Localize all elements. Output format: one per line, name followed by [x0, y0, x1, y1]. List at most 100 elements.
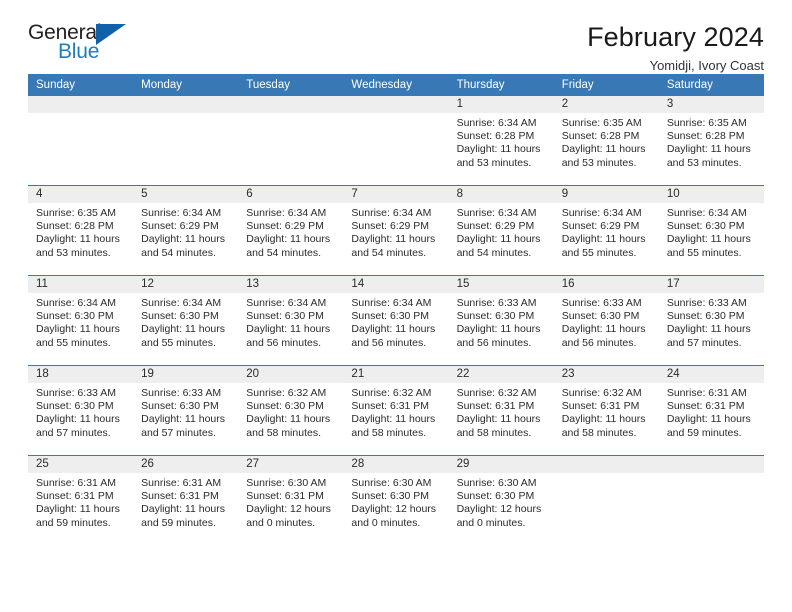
- calendar-day-cell[interactable]: 21 Sunrise: 6:32 AM Sunset: 6:31 PM Dayligh…: [343, 365, 449, 456]
- sunrise-text: Sunrise: 6:32 AM: [246, 387, 327, 399]
- calendar-day-cell[interactable]: 17 Sunrise: 6:33 AM Sunset: 6:30 PM Dayligh…: [658, 275, 764, 366]
- daylight-text-line2: and 58 minutes.: [246, 426, 321, 439]
- calendar-day-cell[interactable]: [133, 96, 239, 186]
- weekday-header-sunday: Sunday: [28, 74, 134, 96]
- calendar-day-cell[interactable]: 25 Sunrise: 6:31 AM Sunset: 6:31 PM Dayligh…: [28, 455, 134, 545]
- sunset-text: Sunset: 6:31 PM: [246, 490, 324, 503]
- calendar-day-cell[interactable]: 28 Sunrise: 6:30 AM Sunset: 6:30 PM Dayligh…: [343, 455, 449, 545]
- daylight-text-line1: Daylight: 11 hours: [36, 503, 120, 516]
- day-details: Sunrise: 6:32 AM Sunset: 6:31 PM Daylight:…: [554, 383, 659, 440]
- calendar-day-cell[interactable]: 15 Sunrise: 6:33 AM Sunset: 6:30 PM Dayligh…: [448, 275, 554, 366]
- day-details: Sunrise: 6:33 AM Sunset: 6:30 PM Daylight:…: [449, 293, 554, 350]
- daylight-text-line2: and 56 minutes.: [246, 336, 321, 349]
- calendar-day-cell[interactable]: 11 Sunrise: 6:34 AM Sunset: 6:30 PM Dayligh…: [28, 275, 134, 366]
- daylight-text-line2: and 57 minutes.: [141, 426, 216, 439]
- day-cell-filled: 4 Sunrise: 6:35 AM Sunset: 6:28 PM Daylight…: [28, 186, 134, 275]
- calendar-day-cell[interactable]: 14 Sunrise: 6:34 AM Sunset: 6:30 PM Dayligh…: [343, 275, 449, 366]
- calendar-day-cell[interactable]: 10 Sunrise: 6:34 AM Sunset: 6:30 PM Dayligh…: [658, 185, 764, 276]
- calendar-day-cell[interactable]: 24 Sunrise: 6:31 AM Sunset: 6:31 PM Dayligh…: [658, 365, 764, 456]
- sunset-text: Sunset: 6:30 PM: [141, 400, 219, 413]
- weekday-header-tuesday: Tuesday: [238, 74, 344, 96]
- day-cell-filled: 19 Sunrise: 6:33 AM Sunset: 6:30 PM Dayligh…: [133, 366, 239, 455]
- sunrise-text: Sunrise: 6:34 AM: [141, 207, 222, 219]
- day-cell-filled: 13 Sunrise: 6:34 AM Sunset: 6:30 PM Dayligh…: [238, 276, 344, 365]
- calendar-day-cell[interactable]: 29 Sunrise: 6:30 AM Sunset: 6:30 PM Dayligh…: [448, 455, 554, 545]
- calendar-day-cell[interactable]: 8 Sunrise: 6:34 AM Sunset: 6:29 PM Daylight…: [448, 185, 554, 276]
- calendar-day-cell[interactable]: [658, 455, 764, 545]
- calendar-day-cell[interactable]: 16 Sunrise: 6:33 AM Sunset: 6:30 PM Dayligh…: [553, 275, 659, 366]
- daylight-text-line2: and 54 minutes.: [246, 246, 321, 259]
- calendar-day-cell[interactable]: 5 Sunrise: 6:34 AM Sunset: 6:29 PM Daylight…: [133, 185, 239, 276]
- day-cell-filled: 29 Sunrise: 6:30 AM Sunset: 6:30 PM Dayligh…: [448, 456, 554, 545]
- calendar-day-cell[interactable]: 23 Sunrise: 6:32 AM Sunset: 6:31 PM Dayligh…: [553, 365, 659, 456]
- calendar-day-cell[interactable]: 27 Sunrise: 6:30 AM Sunset: 6:31 PM Dayligh…: [238, 455, 344, 545]
- calendar-day-cell[interactable]: 9 Sunrise: 6:34 AM Sunset: 6:29 PM Daylight…: [553, 185, 659, 276]
- calendar-day-cell[interactable]: 26 Sunrise: 6:31 AM Sunset: 6:31 PM Dayligh…: [133, 455, 239, 545]
- calendar-day-cell[interactable]: 18 Sunrise: 6:33 AM Sunset: 6:30 PM Dayligh…: [28, 365, 134, 456]
- day-cell-filled: 22 Sunrise: 6:32 AM Sunset: 6:31 PM Dayligh…: [448, 366, 554, 455]
- day-details: Sunrise: 6:30 AM Sunset: 6:31 PM Daylight:…: [238, 473, 343, 530]
- calendar-day-cell[interactable]: [28, 96, 134, 186]
- calendar-table: Sunday Monday Tuesday Wednesday Thursday…: [28, 74, 764, 545]
- daylight-text-line1: Daylight: 11 hours: [36, 413, 120, 426]
- calendar-day-cell[interactable]: 2 Sunrise: 6:35 AM Sunset: 6:28 PM Daylight…: [553, 96, 659, 186]
- daylight-text-line1: Daylight: 11 hours: [666, 233, 751, 246]
- day-cell-empty: [133, 96, 239, 185]
- sunrise-text: Sunrise: 6:34 AM: [246, 207, 327, 219]
- sunset-text: Sunset: 6:29 PM: [351, 220, 430, 233]
- calendar-day-cell[interactable]: 19 Sunrise: 6:33 AM Sunset: 6:30 PM Dayligh…: [133, 365, 239, 456]
- calendar-day-cell[interactable]: 3 Sunrise: 6:35 AM Sunset: 6:28 PM Daylight…: [658, 96, 764, 186]
- calendar-week-row: 4 Sunrise: 6:35 AM Sunset: 6:28 PM Daylight…: [28, 185, 764, 276]
- calendar-day-cell[interactable]: [238, 96, 344, 186]
- calendar-day-cell[interactable]: 12 Sunrise: 6:34 AM Sunset: 6:30 PM Dayligh…: [133, 275, 239, 366]
- day-number: 10: [658, 186, 764, 203]
- daylight-text-line1: Daylight: 11 hours: [246, 413, 331, 426]
- daylight-text-line2: and 59 minutes.: [666, 426, 742, 439]
- daylight-text-line2: and 56 minutes.: [561, 336, 637, 349]
- logo-text-blue: Blue: [58, 40, 100, 63]
- title-block: February 2024 Yomidji, Ivory Coast: [587, 22, 764, 74]
- general-blue-logo[interactable]: General Blue: [28, 22, 138, 70]
- sunset-text: Sunset: 6:30 PM: [36, 310, 114, 323]
- day-number: 21: [343, 366, 449, 383]
- day-cell-filled: 28 Sunrise: 6:30 AM Sunset: 6:30 PM Dayligh…: [343, 456, 449, 545]
- daylight-text-line2: and 0 minutes.: [456, 516, 526, 529]
- sunrise-text: Sunrise: 6:33 AM: [666, 297, 747, 309]
- daylight-text-line2: and 55 minutes.: [36, 336, 111, 349]
- calendar-day-cell[interactable]: 22 Sunrise: 6:32 AM Sunset: 6:31 PM Dayligh…: [448, 365, 554, 456]
- calendar-week-row: 1 Sunrise: 6:34 AM Sunset: 6:28 PM Daylight…: [28, 96, 764, 186]
- sunrise-text: Sunrise: 6:34 AM: [351, 207, 432, 219]
- day-details: Sunrise: 6:34 AM Sunset: 6:29 PM Daylight:…: [238, 203, 343, 260]
- day-number: 13: [238, 276, 344, 293]
- daylight-text-line1: Daylight: 11 hours: [141, 413, 225, 426]
- calendar-day-cell[interactable]: 20 Sunrise: 6:32 AM Sunset: 6:30 PM Dayligh…: [238, 365, 344, 456]
- daylight-text-line1: Daylight: 11 hours: [141, 503, 225, 516]
- sunrise-text: Sunrise: 6:31 AM: [36, 477, 116, 489]
- calendar-day-cell[interactable]: 4 Sunrise: 6:35 AM Sunset: 6:28 PM Daylight…: [28, 185, 134, 276]
- weekday-header-friday: Friday: [553, 74, 659, 96]
- day-details: Sunrise: 6:35 AM Sunset: 6:28 PM Daylight:…: [659, 113, 764, 170]
- day-cell-filled: 14 Sunrise: 6:34 AM Sunset: 6:30 PM Dayligh…: [343, 276, 449, 365]
- sunrise-text: Sunrise: 6:31 AM: [666, 387, 747, 399]
- day-cell-filled: 7 Sunrise: 6:34 AM Sunset: 6:29 PM Daylight…: [343, 186, 449, 275]
- calendar-day-cell[interactable]: 1 Sunrise: 6:34 AM Sunset: 6:28 PM Daylight…: [448, 96, 554, 186]
- sunrise-text: Sunrise: 6:34 AM: [456, 207, 537, 219]
- daylight-text-line1: Daylight: 11 hours: [351, 233, 436, 246]
- sunset-text: Sunset: 6:28 PM: [666, 130, 745, 143]
- day-number: 4: [28, 186, 134, 203]
- calendar-day-cell[interactable]: 7 Sunrise: 6:34 AM Sunset: 6:29 PM Daylight…: [343, 185, 449, 276]
- calendar-day-cell[interactable]: 13 Sunrise: 6:34 AM Sunset: 6:30 PM Dayligh…: [238, 275, 344, 366]
- day-number: 27: [238, 456, 344, 473]
- calendar-day-cell[interactable]: [553, 455, 659, 545]
- sunset-text: Sunset: 6:29 PM: [141, 220, 219, 233]
- calendar-day-cell[interactable]: [343, 96, 449, 186]
- sunset-text: Sunset: 6:30 PM: [246, 400, 324, 413]
- day-number: 11: [28, 276, 134, 293]
- daylight-text-line1: Daylight: 11 hours: [561, 233, 646, 246]
- daylight-text-line1: Daylight: 11 hours: [456, 143, 541, 156]
- calendar-day-cell[interactable]: 6 Sunrise: 6:34 AM Sunset: 6:29 PM Daylight…: [238, 185, 344, 276]
- day-number: [343, 96, 449, 113]
- daylight-text-line1: Daylight: 12 hours: [246, 503, 331, 516]
- day-details: Sunrise: 6:35 AM Sunset: 6:28 PM Daylight:…: [554, 113, 659, 170]
- day-number: 8: [448, 186, 554, 203]
